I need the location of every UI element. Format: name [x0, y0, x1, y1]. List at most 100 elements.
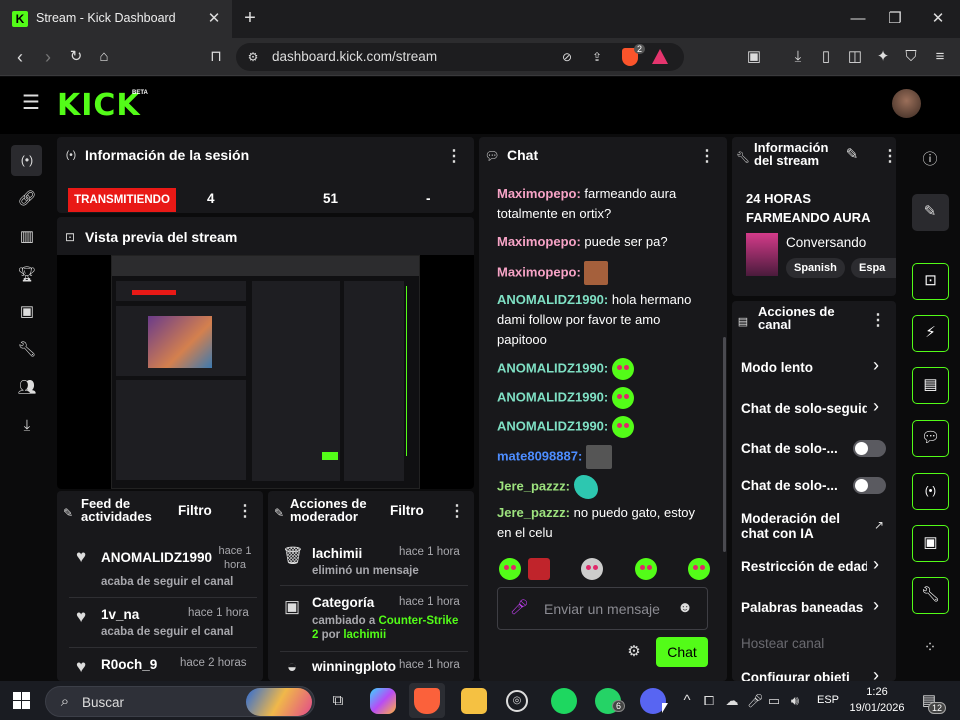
language-indicator[interactable]: ESP [817, 694, 839, 706]
chat-message[interactable]: ANOMALIDZ1990: [497, 387, 707, 409]
chevron-right-icon[interactable]: › [873, 595, 879, 616]
taskbar-search[interactable]: ⌕ Buscar [45, 686, 315, 717]
emote-1-icon[interactable] [499, 558, 521, 580]
chat-message[interactable]: ANOMALIDZ1990: [497, 358, 707, 380]
chat-toggle-button[interactable]: 💬︎ [912, 420, 949, 457]
category-thumbnail[interactable] [746, 233, 778, 276]
menu-icon[interactable]: ≡ [930, 47, 950, 67]
hamburger-menu-icon[interactable]: ☰ [20, 93, 42, 113]
clock-date[interactable]: 19/01/2026 [849, 702, 905, 714]
broadcast-icon[interactable]: (•) [16, 150, 38, 170]
windows-start-icon[interactable] [13, 692, 30, 709]
edit-icon[interactable]: ✎ [920, 202, 940, 222]
chat-username[interactable]: ANOMALIDZ1990: [497, 418, 608, 433]
widgets-icon[interactable]: ⁘ [920, 638, 940, 658]
browser-tab[interactable]: K Stream - Kick Dashboard ✕ [0, 0, 232, 38]
cloud-icon[interactable]: ☁ [723, 691, 741, 711]
wrench-icon[interactable]: 🔧︎ [16, 340, 38, 360]
chat-scrollbar[interactable] [723, 337, 726, 552]
tag-pill[interactable]: Espa [851, 258, 896, 278]
chat-message[interactable]: ANOMALIDZ1990: hola hermano dami follow … [497, 290, 707, 350]
back-icon[interactable]: ‹ [10, 47, 30, 67]
chat-settings-icon[interactable]: ⚙ [625, 642, 643, 662]
download-tray-icon[interactable]: ⤓ [16, 416, 38, 436]
share-icon[interactable]: ⇪ [588, 47, 606, 67]
chat-message[interactable]: Maximopepo: farmeando aura totalmente en… [497, 184, 707, 224]
emote-2-icon[interactable] [528, 558, 550, 580]
age-restriction-item[interactable]: Restricción de edad [741, 559, 867, 574]
vpn-icon[interactable]: ⛉ [901, 47, 921, 67]
copilot-icon[interactable] [370, 688, 396, 714]
chat-message[interactable]: Jere_pazzz: [497, 475, 707, 499]
followers-only-item[interactable]: Chat de solo-seguid [741, 401, 867, 416]
chat-username[interactable]: Jere_pazzz: [497, 478, 570, 493]
session-toggle-button[interactable]: (•) [912, 473, 949, 510]
stream-info-more-icon[interactable]: ⋮ [882, 146, 896, 166]
chevron-right-icon[interactable]: › [873, 665, 879, 681]
tray-app-icon[interactable]: ⧠ [701, 691, 717, 711]
site-info-icon[interactable]: ⚙ [244, 47, 262, 67]
microphone-icon[interactable]: 🎤︎ [510, 598, 529, 618]
banned-words-item[interactable]: Palabras baneadas [741, 600, 863, 615]
analytics-icon[interactable]: ▥ [16, 227, 38, 247]
volume-icon[interactable]: 🔊︎ [787, 691, 803, 711]
chat-username[interactable]: Maximopepo: [497, 186, 581, 201]
file-explorer-icon[interactable] [461, 688, 487, 714]
mod-filter-button[interactable]: Filtro [390, 503, 424, 518]
minimize-button[interactable]: — [846, 9, 870, 29]
chat-username[interactable]: Maximopepo: [497, 234, 581, 249]
chat-send-button[interactable]: Chat [656, 637, 708, 667]
microphone-tray-icon[interactable]: 🎤︎ [747, 691, 764, 711]
network-icon[interactable]: ▭ [766, 691, 782, 711]
tracker-icon[interactable]: ⊘ [558, 47, 576, 67]
info-icon[interactable]: ⓘ [920, 150, 940, 170]
chat-message[interactable]: ANOMALIDZ1990: [497, 416, 707, 438]
new-tab-button[interactable]: + [240, 8, 260, 28]
goals-item[interactable]: Configurar objeti [741, 670, 850, 681]
emote-4-icon[interactable] [634, 558, 657, 580]
community-icon[interactable]: 👥︎ [16, 378, 38, 398]
ai-moderation-item[interactable]: Moderación del chat con IA [741, 511, 851, 541]
channel-actions-toggle-button[interactable]: ▣ [912, 525, 949, 562]
tab-close-icon[interactable]: ✕ [204, 9, 224, 29]
subscribers-only-toggle[interactable] [853, 440, 886, 457]
chat-username[interactable]: Jere_pazzz: [497, 505, 570, 520]
address-bar[interactable]: ⚙ dashboard.kick.com/stream ⊘ ⇪ 2 [236, 43, 684, 71]
chat-username[interactable]: ANOMALIDZ1990: [497, 389, 608, 404]
session-more-icon[interactable]: ⋮ [446, 146, 462, 166]
maximize-button[interactable]: ❐ [883, 9, 907, 29]
download-icon[interactable]: ⤓ [788, 47, 808, 67]
mod-user[interactable]: winningploto [312, 659, 396, 674]
obs-icon[interactable]: ◎ [506, 690, 528, 712]
tag-pill[interactable]: Spanish [786, 258, 845, 278]
tools-toggle-button[interactable]: 🔧︎ [912, 577, 949, 614]
notes-button[interactable]: ▤ [912, 367, 949, 404]
mod-user[interactable]: lachimii [312, 546, 362, 561]
chevron-right-icon[interactable]: › [873, 396, 879, 417]
emote-only-toggle[interactable] [853, 477, 886, 494]
edit-pencil-icon[interactable]: ✎ [844, 145, 860, 165]
chevron-right-icon[interactable]: › [873, 355, 879, 376]
external-link-icon[interactable]: ↗ [871, 515, 887, 535]
chat-message[interactable]: Maximopepo: [497, 261, 707, 285]
category-name[interactable]: Conversando [786, 235, 866, 250]
wallet-view-icon[interactable]: ▣ [744, 47, 764, 67]
forward-icon[interactable]: › [38, 47, 58, 67]
stream-preview-video[interactable] [57, 255, 474, 489]
chat-more-icon[interactable]: ⋮ [699, 146, 715, 166]
quick-actions-button[interactable]: ⚡︎ [912, 315, 949, 352]
chat-username[interactable]: mate8098887: [497, 448, 582, 463]
clock-time[interactable]: 1:26 [849, 686, 905, 698]
preview-toggle-button[interactable]: ⊡ [912, 263, 949, 300]
chat-message[interactable]: Maximopepo: puede ser pa? [497, 232, 707, 252]
chat-message[interactable]: Jere_pazzz: no puedo gato, estoy en el c… [497, 503, 707, 543]
chat-username[interactable]: ANOMALIDZ1990: [497, 292, 608, 307]
brave-rewards-icon[interactable] [652, 49, 668, 64]
chevron-right-icon[interactable]: › [873, 554, 879, 575]
activity-user[interactable]: ANOMALIDZ1990 [101, 550, 212, 565]
wallet-icon[interactable]: ◫ [845, 47, 865, 67]
home-icon[interactable]: ⌂ [94, 47, 114, 67]
emote-3-icon[interactable] [581, 558, 604, 580]
chat-username[interactable]: Maximopepo: [497, 264, 581, 279]
mod-desc-user-link[interactable]: lachimii [343, 629, 386, 641]
